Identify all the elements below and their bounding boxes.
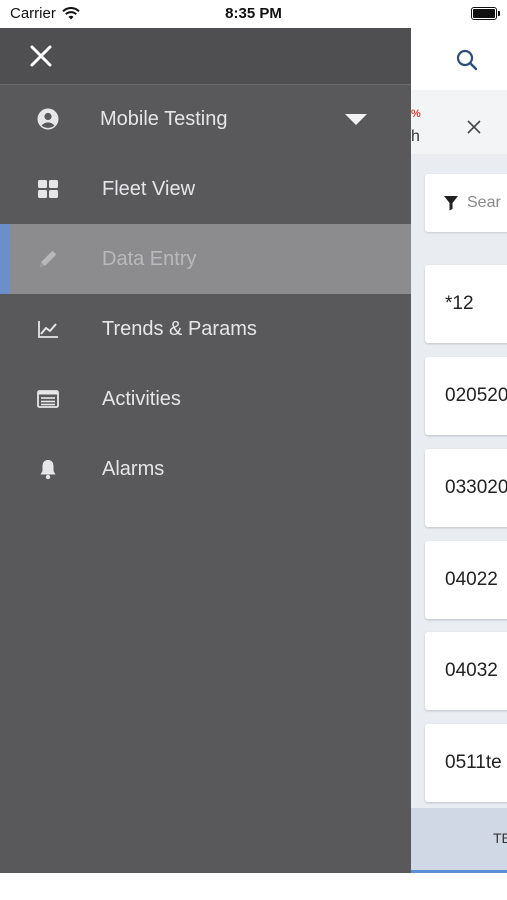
sidebar-item-data-entry[interactable]: Data Entry xyxy=(0,224,411,294)
grid-icon xyxy=(38,180,58,198)
tab-bar[interactable]: TE xyxy=(411,808,507,873)
search-field[interactable]: Sear xyxy=(425,174,507,232)
percent-badge: % xyxy=(411,108,421,120)
sidebar-item-trends-params[interactable]: Trends & Params xyxy=(0,294,411,364)
clear-filter-close-icon[interactable] xyxy=(467,120,481,134)
list-item-label: 04032 xyxy=(445,660,498,681)
sidebar-item-label: Trends & Params xyxy=(102,318,257,340)
battery-icon xyxy=(471,7,500,20)
filter-bar xyxy=(411,90,507,154)
status-bar: Carrier 8:35 PM xyxy=(0,0,507,28)
clock: 8:35 PM xyxy=(225,5,282,22)
close-icon[interactable] xyxy=(27,42,55,70)
header-fragment: h xyxy=(411,128,420,145)
account-label: Mobile Testing xyxy=(100,108,228,130)
list-item-label: 04022 xyxy=(445,569,498,590)
list-item[interactable]: 033020 xyxy=(425,449,507,527)
chevron-down-icon[interactable] xyxy=(345,114,367,125)
list-item[interactable]: 04032 xyxy=(425,632,507,710)
list-item[interactable]: 0511te xyxy=(425,724,507,802)
background-app: % h Sear *12 020520 033020 04022 04032 0… xyxy=(411,28,507,873)
sidebar-item-label: Data Entry xyxy=(102,248,197,270)
pencil-icon xyxy=(40,250,57,267)
app-header xyxy=(411,28,507,91)
sidebar-item-label: Fleet View xyxy=(102,178,196,200)
list-item[interactable]: 04022 xyxy=(425,541,507,619)
filter-funnel-icon xyxy=(444,196,458,211)
drawer-header xyxy=(0,28,411,85)
sidebar-item-label: Activities xyxy=(102,388,181,410)
list-item[interactable]: *12 xyxy=(425,265,507,343)
trend-chart-icon xyxy=(38,321,58,338)
user-circle-icon xyxy=(37,108,59,130)
account-selector[interactable]: Mobile Testing xyxy=(0,84,411,154)
list-item[interactable]: 020520 xyxy=(425,357,507,435)
sidebar-item-activities[interactable]: Activities xyxy=(0,364,411,434)
list-item-label: *12 xyxy=(445,293,474,314)
list-item-label: 033020 xyxy=(445,477,507,498)
sidebar-item-alarms[interactable]: Alarms xyxy=(0,434,411,504)
navigation-drawer: Mobile Testing Fleet View Data Entry Tre… xyxy=(0,28,411,873)
tab-label: TE xyxy=(493,830,507,846)
bell-icon xyxy=(40,460,56,480)
list-item-label: 020520 xyxy=(445,385,507,406)
search-icon[interactable] xyxy=(455,48,479,72)
sidebar-item-fleet-view[interactable]: Fleet View xyxy=(0,154,411,224)
list-card-icon xyxy=(37,390,59,408)
list-item-label: 0511te xyxy=(445,752,502,773)
search-placeholder: Sear xyxy=(467,194,501,211)
active-indicator xyxy=(0,224,10,294)
sidebar-item-label: Alarms xyxy=(102,458,165,480)
home-indicator-area xyxy=(0,873,507,900)
